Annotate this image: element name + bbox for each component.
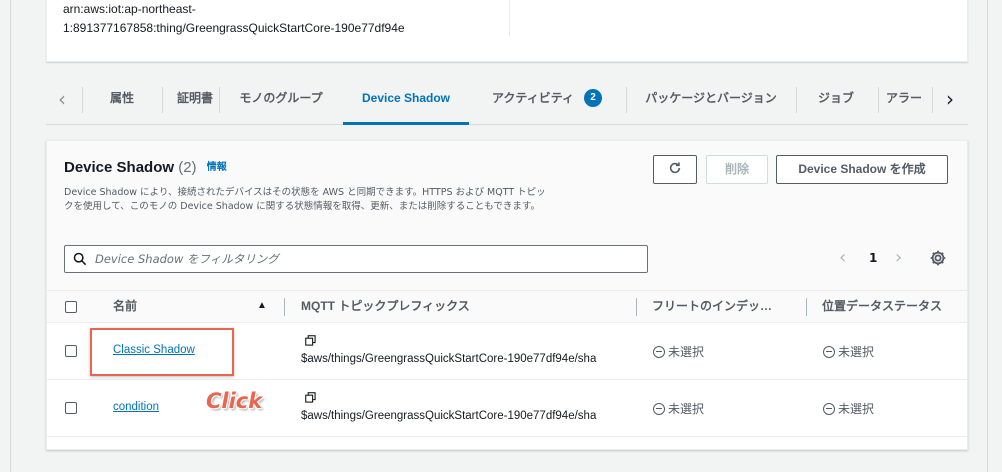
tab-attributes[interactable]: 属性 (82, 75, 162, 125)
table-row: condition $aws/things/GreengrassQuickSta… (47, 380, 967, 437)
tab-label: アクティビティ (492, 91, 574, 105)
refresh-button[interactable] (653, 155, 697, 184)
gear-icon[interactable] (929, 249, 947, 267)
not-selected-icon (823, 403, 835, 415)
panel-title-text: Device Shadow (64, 159, 175, 176)
next-page-icon[interactable]: › (895, 249, 902, 267)
previous-page-icon[interactable]: ‹ (839, 249, 846, 267)
column-divider (509, 0, 510, 36)
create-shadow-button[interactable]: Device Shadow を作成 (776, 155, 948, 184)
activity-count-badge: 2 (583, 89, 602, 107)
panel-header: Device Shadow (2) 情報 Device Shadow により、接… (47, 141, 967, 291)
status-text: 未選択 (838, 402, 875, 416)
tab-label: モノのグループ (239, 91, 323, 105)
column-resizer[interactable] (284, 298, 285, 316)
info-link[interactable]: 情報 (207, 162, 227, 173)
device-shadow-panel: Device Shadow (2) 情報 Device Shadow により、接… (46, 140, 968, 450)
location-status: 未選択 (823, 343, 874, 360)
tab-label: ジョブ (817, 91, 854, 105)
thing-arn: arn:aws:iot:ap-northeast- 1:891377167858… (63, 0, 483, 38)
panel-description: Device Shadow により、接続されたデバイスはその状態を AWS と同… (64, 187, 546, 212)
filter-field (64, 245, 648, 273)
select-all-checkbox[interactable] (65, 301, 77, 313)
topic-prefix: $aws/things/GreengrassQuickStartCore-190… (301, 353, 597, 365)
pagination: ‹ 1 › (839, 249, 959, 271)
tab-label: 属性 (109, 91, 134, 105)
tabs-scroll-left-icon[interactable]: ‹ (52, 89, 72, 111)
tab-label: アラー (886, 91, 923, 105)
not-selected-icon (653, 403, 665, 415)
tabs-scroll-right-icon[interactable]: › (940, 89, 960, 111)
delete-button[interactable]: 削除 (706, 155, 768, 184)
sort-ascending-icon[interactable]: ▲ (257, 291, 273, 323)
not-selected-icon (823, 346, 835, 358)
tab-label: 証明書 (176, 91, 213, 105)
tab-separator (932, 87, 933, 113)
tab-device-shadow[interactable]: Device Shadow (343, 75, 469, 125)
column-resizer[interactable] (806, 298, 807, 316)
fleet-indexing-status: 未選択 (653, 343, 704, 360)
column-resizer[interactable] (636, 298, 637, 316)
search-icon (73, 252, 87, 266)
copy-icon[interactable] (305, 335, 316, 346)
status-text: 未選択 (668, 345, 705, 359)
panel-title: Device Shadow (2) 情報 (64, 158, 227, 176)
fleet-indexing-status: 未選択 (653, 400, 704, 417)
shadow-name-link[interactable]: condition (113, 401, 159, 413)
tab-thing-groups[interactable]: モノのグループ (219, 75, 343, 125)
row-checkbox[interactable] (65, 345, 77, 357)
location-status: 未選択 (823, 400, 874, 417)
filter-input[interactable] (95, 249, 635, 269)
tab-label: Device Shadow (361, 91, 451, 105)
click-annotation: Click (206, 389, 263, 413)
thing-details-card: arn:aws:iot:ap-northeast- 1:891377167858… (46, 0, 968, 62)
tab-packages-versions[interactable]: パッケージとバージョン (626, 75, 796, 125)
table-header: 名前 ▲ MQTT トピックプレフィックス フリートのインデッ… 位置データステ… (47, 291, 967, 323)
tab-alarms[interactable]: アラー (886, 75, 936, 125)
column-header-name[interactable]: 名前 (113, 291, 173, 323)
arn-line-1: arn:aws:iot:ap-northeast- (63, 2, 196, 16)
current-page[interactable]: 1 (869, 251, 877, 265)
arn-line-2: 1:891377167858:thing/GreengrassQuickStar… (63, 21, 405, 35)
column-header-location-status[interactable]: 位置データステータス (822, 291, 962, 323)
status-text: 未選択 (838, 345, 875, 359)
click-target-highlight (90, 328, 234, 376)
thing-tabs: ‹ 属性 証明書 モノのグループ Device Shadow アクティビティ 2 … (46, 75, 968, 125)
copy-icon[interactable] (305, 392, 316, 403)
column-header-fleet-indexing[interactable]: フリートのインデッ… (652, 291, 802, 323)
refresh-icon (669, 162, 681, 174)
topic-prefix: $aws/things/GreengrassQuickStartCore-190… (301, 410, 597, 422)
tab-activity[interactable]: アクティビティ 2 (474, 75, 620, 125)
not-selected-icon (653, 346, 665, 358)
shadow-count: (2) (178, 159, 197, 176)
row-checkbox[interactable] (65, 402, 77, 414)
tab-separator (878, 87, 879, 113)
tab-jobs[interactable]: ジョブ (796, 75, 876, 125)
status-text: 未選択 (668, 402, 705, 416)
tab-label: パッケージとバージョン (645, 91, 777, 105)
column-header-topic[interactable]: MQTT トピックプレフィックス (301, 291, 621, 323)
